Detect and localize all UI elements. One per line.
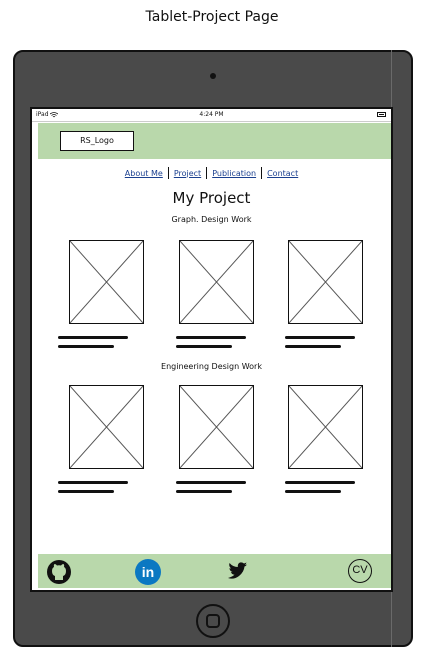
- project-caption-scribble: [176, 481, 256, 495]
- logo[interactable]: RS_Logo: [60, 131, 134, 151]
- nav-contact[interactable]: Contact: [267, 169, 298, 178]
- project-caption-scribble: [58, 336, 138, 350]
- nav-separator: [167, 167, 169, 179]
- project-caption-scribble: [176, 336, 256, 350]
- nav-project[interactable]: Project: [174, 169, 201, 178]
- battery-icon: [377, 112, 386, 117]
- image-placeholder-icon: [70, 386, 143, 468]
- nav-separator: [206, 167, 208, 179]
- page-title: Tablet-Project Page: [145, 9, 279, 25]
- twitter-icon[interactable]: [225, 559, 251, 585]
- image-placeholder-icon: [289, 386, 362, 468]
- image-placeholder-icon: [289, 241, 362, 323]
- status-time: 4:24 PM: [199, 111, 224, 118]
- image-placeholder-icon: [180, 241, 253, 323]
- main-title: My Project: [172, 189, 251, 207]
- footer: in CV: [38, 554, 391, 588]
- header: RS_Logo: [38, 123, 391, 159]
- project-thumbnail[interactable]: [179, 240, 254, 324]
- nav-about-me[interactable]: About Me: [125, 169, 163, 178]
- nav-publication[interactable]: Publication: [212, 169, 256, 178]
- section-graph-design-title: Graph. Design Work: [171, 215, 252, 224]
- project-caption-scribble: [285, 336, 365, 350]
- project-thumbnail[interactable]: [69, 240, 144, 324]
- project-thumbnail[interactable]: [179, 385, 254, 469]
- image-placeholder-icon: [180, 386, 253, 468]
- project-caption-scribble: [285, 481, 365, 495]
- section-engineering-design-title: Engineering Design Work: [161, 362, 262, 371]
- project-thumbnail[interactable]: [288, 385, 363, 469]
- home-button[interactable]: [196, 604, 230, 638]
- project-thumbnail[interactable]: [69, 385, 144, 469]
- cv-icon[interactable]: CV: [348, 559, 372, 583]
- linkedin-icon[interactable]: in: [135, 559, 161, 585]
- project-caption-scribble: [58, 481, 138, 495]
- status-bar: iPad 4:24 PM: [32, 109, 391, 122]
- image-placeholder-icon: [70, 241, 143, 323]
- project-thumbnail[interactable]: [288, 240, 363, 324]
- nav-separator: [261, 167, 263, 179]
- camera-dot: [210, 73, 216, 79]
- tablet-screen: iPad 4:24 PM RS_Logo About Me Project Publ…: [30, 107, 393, 592]
- nav-bar: About Me Project Publication Contact: [32, 167, 391, 179]
- github-icon[interactable]: [46, 559, 72, 585]
